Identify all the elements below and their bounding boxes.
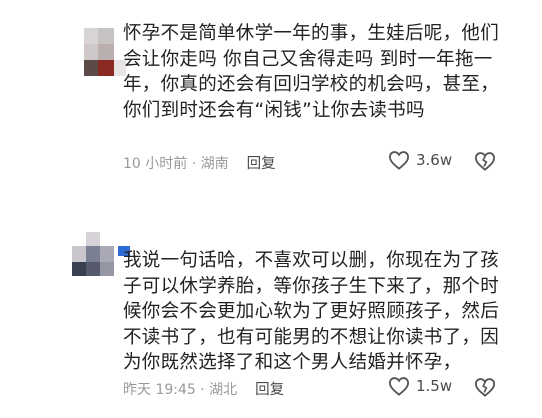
reply-button[interactable]: 回复 (247, 152, 276, 173)
avatar[interactable] (72, 232, 130, 280)
avatar[interactable] (84, 28, 128, 76)
broken-heart-icon (474, 378, 496, 397)
comment-item: 我说一句话哈，不喜欢可以删，你现在为了孩 子可以休学养胎，等你孩子生下来了，那个… (0, 218, 542, 418)
heart-outline-icon (388, 151, 410, 170)
like-count: 1.5w (416, 377, 453, 395)
comment-text: 我说一句话哈，不喜欢可以删，你现在为了孩 子可以休学养胎，等你孩子生下来了，那个… (123, 250, 500, 373)
comment-meta: 昨天 19:45 · 湖北 回复 (123, 378, 284, 399)
like-count: 3.6w (416, 151, 453, 169)
comment-list: 怀孕不是简单休学一年的事，生娃后呢，他们 会让你走吗 你自己又舍得走吗 到时一年… (0, 0, 542, 418)
reply-button[interactable]: 回复 (255, 378, 284, 399)
comment-meta: 10 小时前 · 湖南 回复 (123, 152, 276, 173)
dislike-button[interactable] (474, 377, 496, 401)
comment-time-location: 10 小时前 · 湖南 (123, 155, 229, 172)
comment-text: 怀孕不是简单休学一年的事，生娃后呢，他们 会让你走吗 你自己又舍得走吗 到时一年… (123, 23, 500, 121)
heart-outline-icon (388, 377, 410, 396)
like-button[interactable]: 1.5w (388, 376, 452, 396)
dislike-button[interactable] (474, 151, 496, 175)
like-button[interactable]: 3.6w (388, 150, 452, 170)
broken-heart-icon (474, 152, 496, 171)
comment-item: 怀孕不是简单休学一年的事，生娃后呢，他们 会让你走吗 你自己又舍得走吗 到时一年… (0, 0, 542, 190)
comment-time-location: 昨天 19:45 · 湖北 (123, 381, 238, 398)
